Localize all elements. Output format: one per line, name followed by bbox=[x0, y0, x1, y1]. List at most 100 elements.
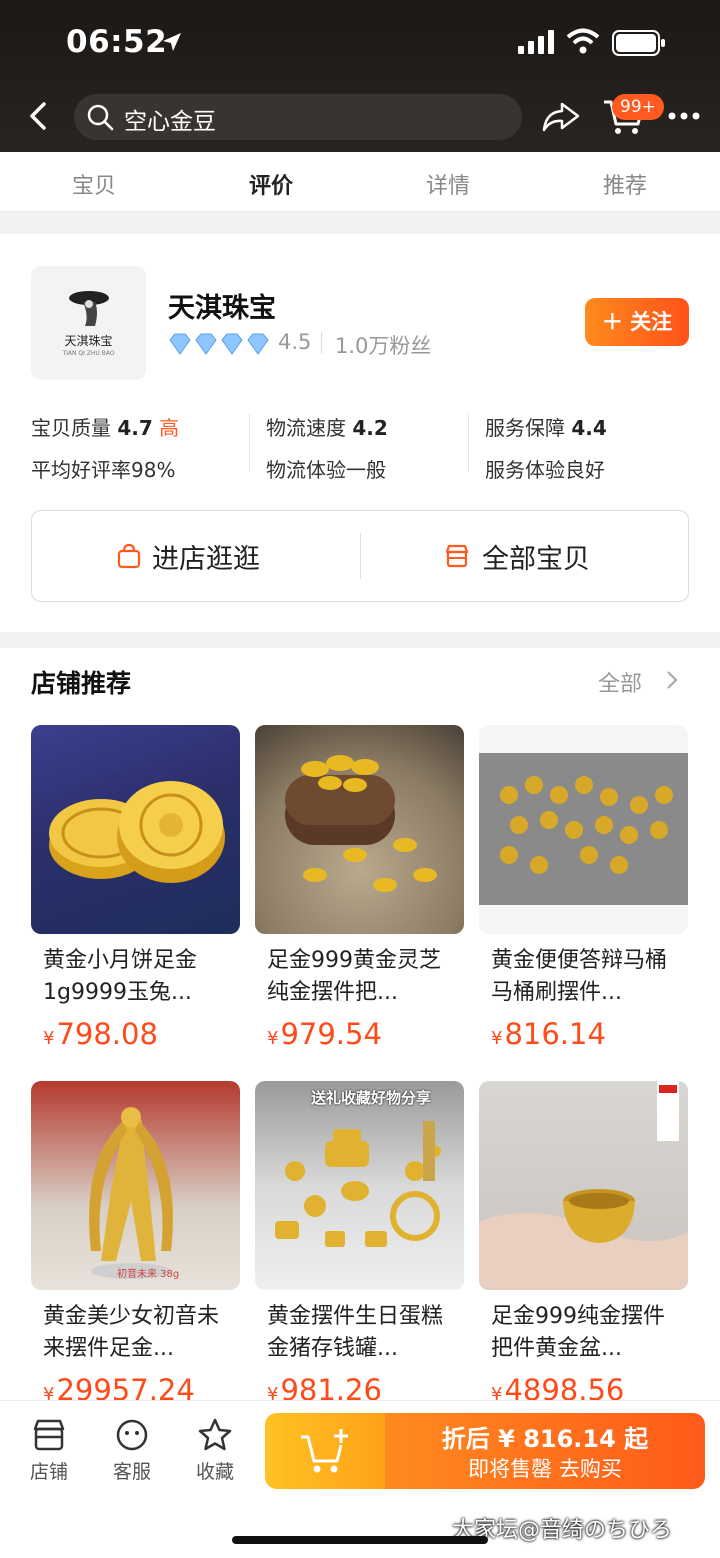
search-bar[interactable]: 空心金豆 bbox=[74, 94, 522, 140]
buy-price-line: 折后 ¥ 816.14 起 bbox=[441, 1425, 649, 1453]
product-name: 足金999黄金灵芝纯金摆件把... bbox=[267, 948, 441, 1005]
divider bbox=[360, 533, 361, 579]
product-price: ¥798.08 bbox=[43, 1017, 158, 1051]
store-card: 天淇珠宝 TIAN QI ZHU BAO 天淇珠宝 4.5 1.0万粉丝 ＋ 关… bbox=[0, 234, 720, 632]
product-image-gold-pieces[interactable] bbox=[479, 725, 688, 934]
product-name: 黄金美少女初音未来摆件足金... bbox=[43, 1304, 220, 1361]
store-name[interactable]: 天淇珠宝 bbox=[168, 286, 276, 325]
add-cart-icon bbox=[301, 1429, 348, 1473]
tab-details[interactable]: 详情 bbox=[398, 168, 498, 200]
currency: ¥ bbox=[43, 1028, 55, 1049]
metric-label: 服务保障 bbox=[485, 416, 565, 440]
home-indicator bbox=[232, 1536, 488, 1544]
metric-sub: 平均好评率98% bbox=[31, 458, 176, 482]
nav-label: 店铺 bbox=[29, 1461, 68, 1483]
nav-label: 客服 bbox=[112, 1461, 151, 1483]
mooncake-illustration bbox=[49, 781, 225, 883]
wifi-icon bbox=[566, 28, 600, 54]
logo-subtext: TIAN QI ZHU BAO bbox=[62, 350, 115, 357]
store-actions: 进店逛逛 全部宝贝 bbox=[31, 510, 689, 602]
buy-button-group: 折后 ¥ 816.14 起 即将售罄 去购买 bbox=[265, 1413, 705, 1489]
chevron-right-icon[interactable] bbox=[664, 668, 680, 692]
product-name: 足金999纯金摆件把件黄金盆... bbox=[491, 1304, 665, 1361]
gold-bowl-illustration bbox=[479, 1081, 688, 1290]
service-icon bbox=[116, 1419, 148, 1451]
buy-now-button[interactable]: 折后 ¥ 816.14 起 即将售罄 去购买 bbox=[385, 1413, 705, 1489]
search-icon bbox=[87, 104, 114, 131]
more-icon[interactable] bbox=[664, 100, 704, 132]
back-arrow-icon[interactable] bbox=[24, 100, 52, 132]
product-price: ¥979.54 bbox=[267, 1017, 382, 1051]
product-name: 黄金摆件生日蛋糕金猪存钱罐... bbox=[267, 1304, 444, 1361]
product-price: ¥816.14 bbox=[491, 1017, 606, 1051]
follow-label: 关注 bbox=[630, 310, 673, 334]
all-items-button[interactable]: 全部宝贝 bbox=[482, 537, 590, 576]
enter-store-button[interactable]: 进店逛逛 bbox=[152, 537, 260, 576]
nav-store[interactable]: 店铺 bbox=[19, 1417, 79, 1484]
nav-favorite[interactable]: 收藏 bbox=[185, 1417, 245, 1484]
product-image-lingzhi[interactable] bbox=[255, 725, 464, 934]
metric-logistics: 物流速度 4.2 bbox=[266, 412, 388, 441]
buy-status-line: 即将售罄 去购买 bbox=[468, 1457, 622, 1481]
add-to-cart-button[interactable] bbox=[265, 1413, 385, 1489]
price-value: 979.54 bbox=[280, 1017, 382, 1051]
metric-score: 4.4 bbox=[571, 416, 607, 440]
metric-quality: 宝贝质量 4.7 高 bbox=[31, 412, 179, 441]
product-name: 黄金小月饼足金1g9999玉兔... bbox=[43, 948, 198, 1005]
hat-woman-logo-icon bbox=[69, 291, 109, 326]
figure-caption: 初音未来 38g bbox=[117, 1269, 180, 1280]
search-query: 空心金豆 bbox=[124, 109, 216, 135]
plus-icon: ＋ bbox=[601, 310, 631, 334]
shopping-bag-icon bbox=[117, 543, 141, 569]
product-image-gold-bowl[interactable] bbox=[479, 1081, 688, 1290]
nav-label: 收藏 bbox=[195, 1461, 234, 1483]
cellular-signal-icon bbox=[518, 30, 554, 54]
tab-items[interactable]: 宝贝 bbox=[44, 168, 144, 200]
product-name: 黄金便便答辩马桶马桶刷摆件... bbox=[491, 948, 668, 1005]
gift-banner: 送礼收藏好物分享 bbox=[311, 1089, 432, 1107]
diamond-rating-icon bbox=[169, 333, 269, 355]
gold-figure-illustration bbox=[89, 1107, 173, 1279]
store-recommendations: 店铺推荐 全部 黄金小月饼足金1g9999玉兔... ¥798.08 足金999… bbox=[0, 648, 720, 1408]
price-value: 816.14 bbox=[504, 1017, 606, 1051]
share-icon[interactable] bbox=[540, 100, 582, 134]
product-image-figure[interactable]: 初音未来 38g bbox=[31, 1081, 240, 1290]
currency: ¥ bbox=[267, 1028, 279, 1049]
status-bar: 06:52 bbox=[0, 0, 720, 86]
follow-button[interactable]: ＋ 关注 bbox=[585, 298, 689, 346]
metric-sub: 服务体验良好 bbox=[485, 458, 605, 482]
logo-text: 天淇珠宝 bbox=[64, 334, 113, 348]
lingzhi-illustration bbox=[285, 755, 437, 892]
battery-icon bbox=[612, 30, 665, 56]
cart-badge: 99+ bbox=[612, 94, 664, 120]
divider bbox=[468, 414, 469, 472]
tab-recommend[interactable]: 推荐 bbox=[575, 168, 675, 200]
store-rating: 4.5 bbox=[278, 330, 312, 354]
location-arrow-icon bbox=[163, 33, 181, 51]
store-icon bbox=[33, 1419, 65, 1451]
divider bbox=[321, 332, 322, 354]
store-logo[interactable]: 天淇珠宝 TIAN QI ZHU BAO bbox=[31, 266, 146, 380]
storefront-icon bbox=[445, 544, 469, 568]
tab-reviews[interactable]: 评价 bbox=[221, 168, 321, 200]
metric-score: 4.7 bbox=[117, 416, 153, 440]
star-icon bbox=[198, 1418, 232, 1451]
currency: ¥ bbox=[491, 1028, 503, 1049]
metric-level: 高 bbox=[159, 416, 180, 440]
product-image-mooncake[interactable] bbox=[31, 725, 240, 934]
metric-label: 宝贝质量 bbox=[31, 416, 111, 440]
status-time: 06:52 bbox=[66, 24, 168, 60]
store-fans: 1.0万粉丝 bbox=[335, 334, 432, 358]
see-all-link[interactable]: 全部 bbox=[598, 666, 642, 698]
top-header: 06:52 空心金豆 99+ bbox=[0, 0, 720, 152]
gold-collection-illustration bbox=[275, 1121, 441, 1247]
tab-bar: 宝贝 评价 详情 推荐 bbox=[0, 152, 720, 212]
product-image-gold-collection[interactable]: 送礼收藏好物分享 bbox=[255, 1081, 464, 1290]
metric-sub: 物流体验一般 bbox=[266, 458, 386, 482]
price-value: 798.08 bbox=[56, 1017, 158, 1051]
gold-pieces-illustration bbox=[479, 753, 688, 905]
metric-label: 物流速度 bbox=[266, 416, 346, 440]
nav-service[interactable]: 客服 bbox=[102, 1417, 162, 1484]
section-title: 店铺推荐 bbox=[31, 669, 132, 698]
metric-service: 服务保障 4.4 bbox=[485, 412, 607, 441]
